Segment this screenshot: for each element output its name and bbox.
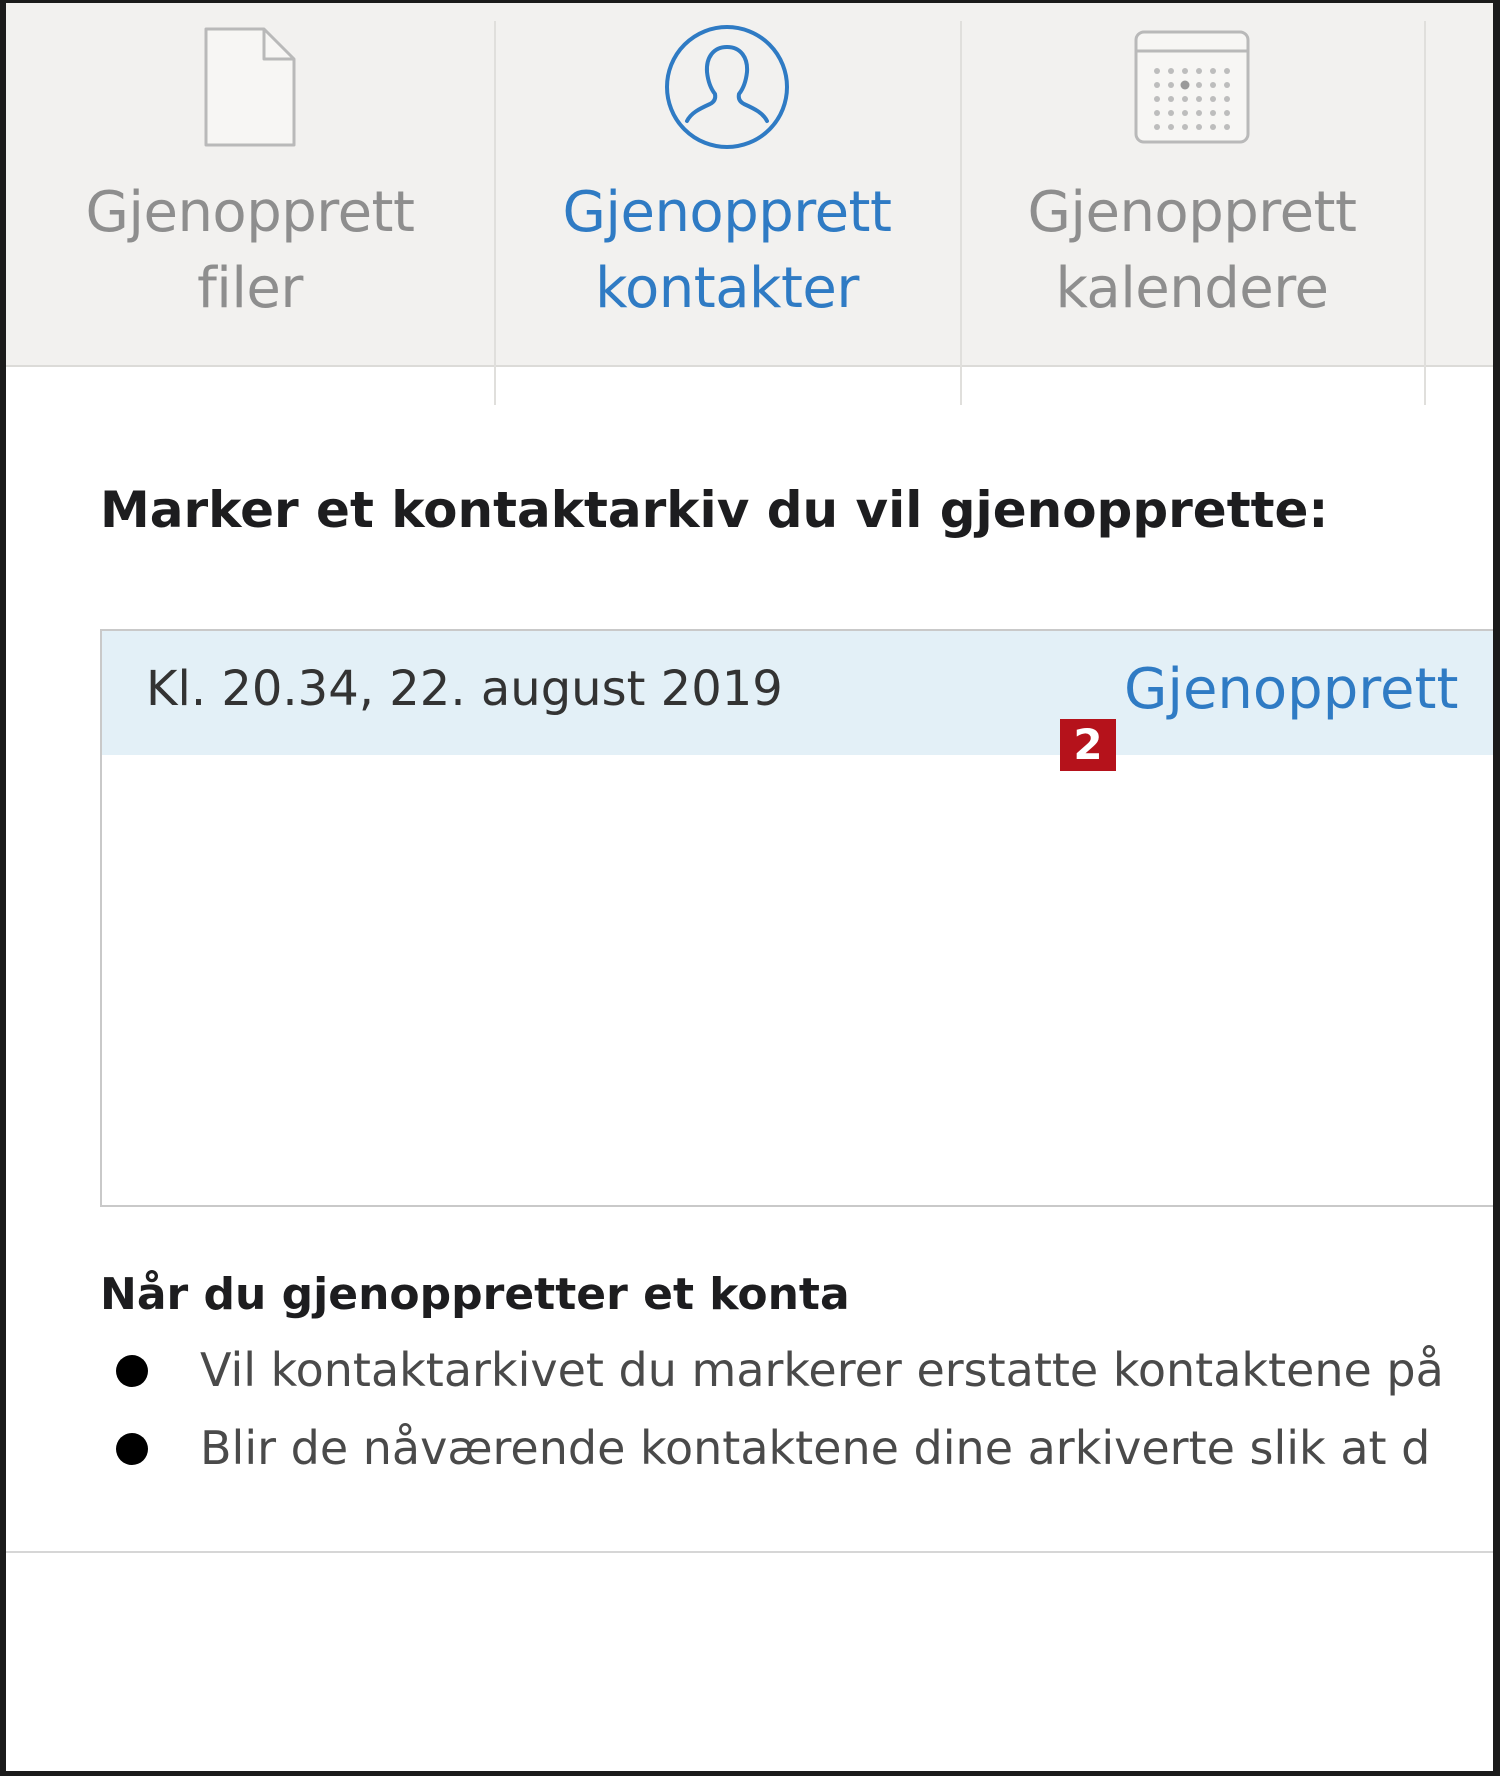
tab-restore-calendars[interactable]: Gjenopprett kalendere bbox=[960, 3, 1424, 365]
restore-window: Gjenopprett filer Gjenopprett kontakter bbox=[0, 0, 1500, 1776]
calendar-icon bbox=[1133, 29, 1251, 149]
restore-note-heading: Når du gjenoppretter et konta bbox=[100, 1269, 848, 1320]
list-item: Vil kontaktarkivet du markerer erstatte … bbox=[112, 1343, 1500, 1421]
tab-restore-calendars-label: Gjenopprett kalendere bbox=[960, 175, 1424, 327]
contact-archive-list[interactable]: Kl. 20.34, 22. august 2019 Gjenopprett bbox=[100, 629, 1500, 1207]
archive-row[interactable]: Kl. 20.34, 22. august 2019 Gjenopprett bbox=[102, 631, 1500, 755]
bullet-icon bbox=[116, 1355, 148, 1387]
list-item-text: Vil kontaktarkivet du markerer erstatte … bbox=[200, 1343, 1444, 1397]
restore-tab-bar: Gjenopprett filer Gjenopprett kontakter bbox=[6, 3, 1500, 405]
tab-restore-contacts[interactable]: Gjenopprett kontakter bbox=[494, 3, 960, 365]
bullet-icon bbox=[116, 1433, 148, 1465]
tab-label-line1: Gjenopprett bbox=[1027, 180, 1357, 245]
archive-date: Kl. 20.34, 22. august 2019 bbox=[146, 661, 783, 717]
list-item: Blir de nåværende kontaktene dine arkive… bbox=[112, 1421, 1500, 1499]
tab-label-line2: kontakter bbox=[595, 256, 859, 321]
tab-divider bbox=[1424, 21, 1426, 405]
tab-label-line2: kalendere bbox=[1055, 256, 1329, 321]
restore-note-list: Vil kontaktarkivet du markerer erstatte … bbox=[112, 1343, 1500, 1499]
step-number-badge: 2 bbox=[1060, 719, 1116, 771]
list-item-text: Blir de nåværende kontaktene dine arkive… bbox=[200, 1421, 1431, 1475]
page-title: Marker et kontaktarkiv du vil gjenoppret… bbox=[100, 481, 1329, 539]
tab-label-line1: Gjenopprett bbox=[562, 180, 892, 245]
document-icon bbox=[200, 25, 300, 153]
contact-person-icon bbox=[663, 23, 791, 155]
restore-link[interactable]: Gjenopprett bbox=[1124, 657, 1458, 722]
tab-label-line1: Gjenopprett bbox=[85, 180, 415, 245]
tab-restore-files[interactable]: Gjenopprett filer bbox=[6, 3, 494, 365]
footer-divider bbox=[6, 1551, 1500, 1553]
tab-label-line2: filer bbox=[197, 256, 303, 321]
tab-restore-files-label: Gjenopprett filer bbox=[6, 175, 494, 327]
tab-restore-contacts-label: Gjenopprett kontakter bbox=[494, 175, 960, 327]
window-edge bbox=[1493, 0, 1500, 1776]
